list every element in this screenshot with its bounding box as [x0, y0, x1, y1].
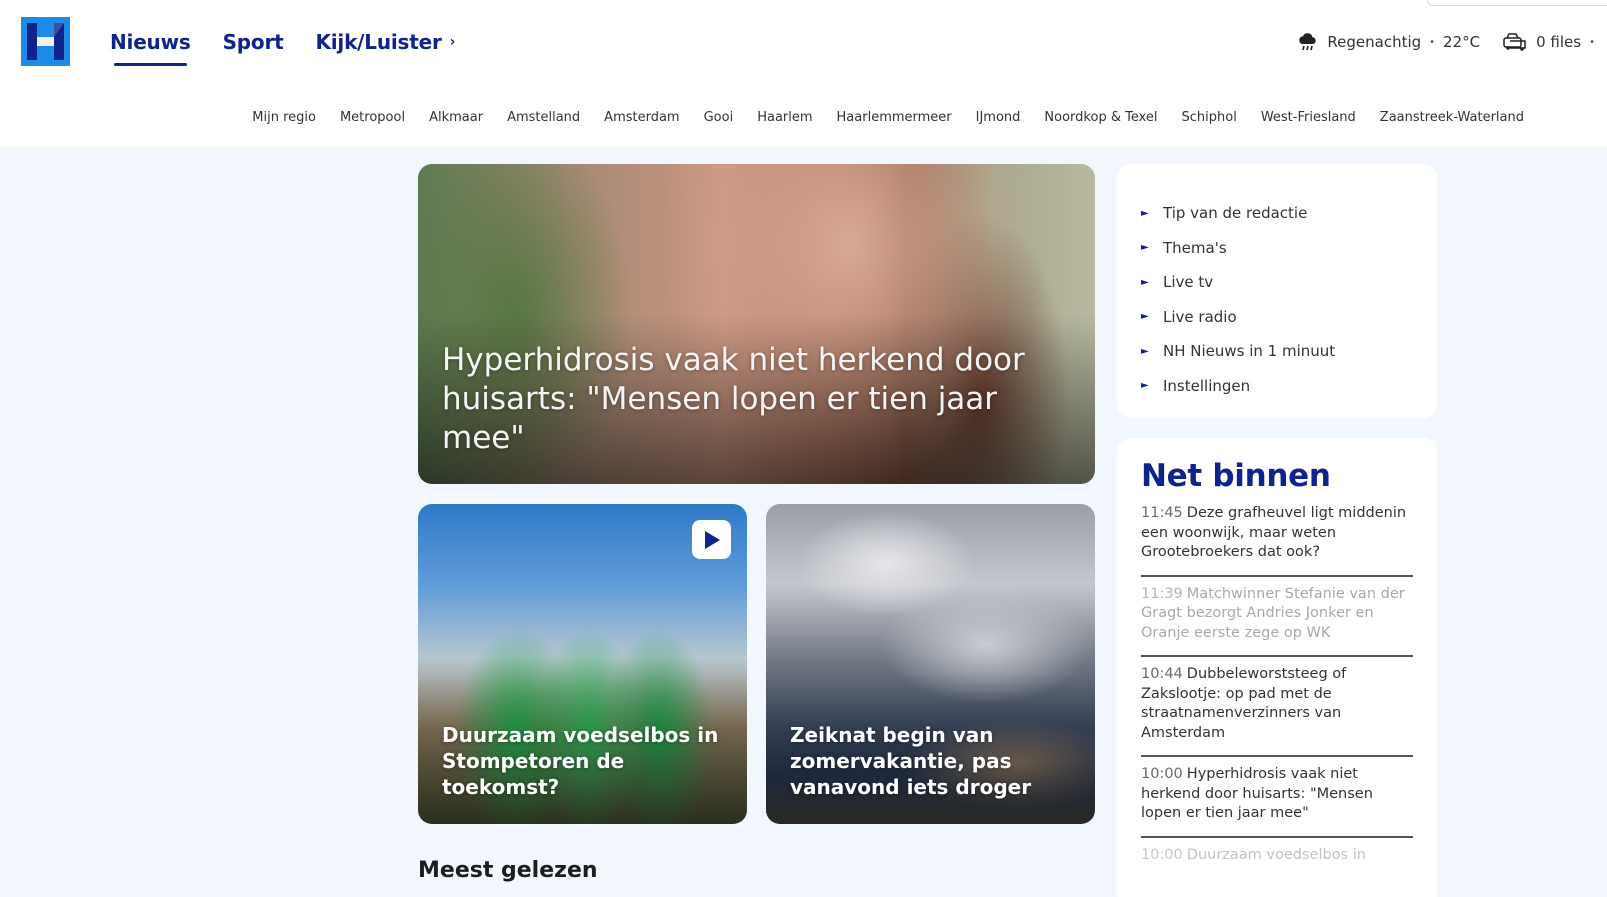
nav-kijk-luister[interactable]: Kijk/Luister ›: [315, 30, 455, 54]
region-link[interactable]: IJmond: [976, 110, 1021, 125]
quick-menu-panel: ► Tip van de redactie ► Thema's ► Live tv ►…: [1117, 164, 1437, 418]
weather-label: Regenachtig: [1327, 33, 1422, 51]
nh-logo[interactable]: [21, 17, 70, 66]
list-item[interactable]: 10:00 Hyperhidrosis vaak niet herkend doo…: [1141, 757, 1413, 838]
news-time: 11:45: [1141, 505, 1183, 521]
menu-item-label: Tip van de redactie: [1163, 204, 1308, 223]
nav-sport[interactable]: Sport: [223, 30, 284, 54]
weather-separator: •: [1429, 36, 1436, 48]
news-time: 10:00: [1141, 846, 1183, 863]
play-icon: [704, 530, 720, 549]
nav-kijk-luister-label: Kijk/Luister: [315, 30, 442, 54]
hero-article[interactable]: Hyperhidrosis vaak niet herkend door hui…: [418, 164, 1095, 484]
most-read-heading: Meest gelezen: [418, 858, 598, 883]
news-time: 11:39: [1141, 585, 1183, 602]
traffic-widget[interactable]: 0 files •: [1502, 32, 1603, 52]
article-card-title: Zeiknat begin van zomervakantie, pas van…: [790, 723, 1032, 799]
menu-item-tip[interactable]: ► Tip van de redactie: [1141, 196, 1413, 231]
main-nav: Nieuws Sport Kijk/Luister ›: [110, 30, 487, 66]
site-header: Nieuws Sport Kijk/Luister › Regenachtig •…: [0, 0, 1607, 147]
weather-temp: 22°C: [1443, 33, 1481, 51]
region-link[interactable]: Haarlem: [757, 110, 812, 125]
triangle-right-icon: ►: [1141, 242, 1149, 254]
top-dropdown-edge: [1427, 0, 1607, 6]
region-link[interactable]: Noordkop & Texel: [1044, 110, 1157, 125]
traffic-label: 0 files: [1536, 33, 1582, 51]
list-item[interactable]: 11:45 Deze grafheuvel ligt middenin een w…: [1141, 504, 1413, 577]
menu-item-live-radio[interactable]: ► Live radio: [1141, 300, 1413, 335]
region-link[interactable]: Haarlemmermeer: [837, 110, 952, 125]
rain-cloud-icon: [1299, 33, 1317, 51]
weather-widget[interactable]: Regenachtig • 22°C: [1297, 32, 1480, 52]
region-link[interactable]: Amstelland: [507, 110, 580, 125]
triangle-right-icon: ►: [1141, 380, 1149, 392]
menu-item-label: Instellingen: [1163, 376, 1251, 395]
menu-item-live-tv[interactable]: ► Live tv: [1141, 265, 1413, 300]
menu-item-instellingen[interactable]: ► Instellingen: [1141, 369, 1413, 404]
list-fade-overlay: [1117, 868, 1437, 897]
region-link[interactable]: Metropool: [340, 110, 405, 125]
hero-title: Hyperhidrosis vaak niet herkend door hui…: [442, 342, 1025, 456]
article-card-voedselbos[interactable]: Duurzaam voedselbos in Stompetoren de to…: [418, 504, 747, 824]
nav-sport-label: Sport: [222, 30, 284, 54]
news-time: 10:44: [1141, 666, 1183, 682]
chevron-right-icon: ›: [449, 34, 456, 50]
menu-item-nh-nieuws-minuut[interactable]: ► NH Nieuws in 1 minuut: [1141, 334, 1413, 369]
video-play-badge: [692, 520, 731, 559]
header-status: Regenachtig • 22°C 0 files •: [1297, 32, 1607, 52]
triangle-right-icon: ►: [1141, 207, 1149, 219]
menu-item-themas[interactable]: ► Thema's: [1141, 231, 1413, 266]
list-item[interactable]: 10:44 Dubbeleworststeeg of Zakslootje: op…: [1141, 657, 1413, 757]
triangle-right-icon: ►: [1141, 276, 1149, 288]
article-card-zeiknat[interactable]: Zeiknat begin van zomervakantie, pas van…: [766, 504, 1095, 824]
article-card-title: Duurzaam voedselbos in Stompetoren de to…: [442, 723, 719, 799]
nav-nieuws[interactable]: Nieuws: [110, 30, 191, 66]
region-link[interactable]: West-Friesland: [1261, 110, 1356, 125]
region-nav: Mijn regio Metropool Alkmaar Amstelland …: [228, 110, 1524, 125]
triangle-right-icon: ►: [1141, 345, 1149, 357]
traffic-separator: •: [1589, 36, 1595, 48]
net-binnen-panel: Net binnen 11:45 Deze grafheuvel ligt mid…: [1117, 438, 1437, 897]
nav-nieuws-label: Nieuws: [110, 30, 191, 54]
menu-item-label: Live radio: [1163, 307, 1237, 326]
region-link[interactable]: Zaanstreek-Waterland: [1380, 110, 1524, 125]
region-link[interactable]: Gooi: [704, 110, 734, 125]
menu-item-label: Thema's: [1163, 238, 1227, 257]
region-link[interactable]: Amsterdam: [604, 110, 679, 125]
list-item[interactable]: 11:39 Matchwinner Stefanie van der Gragt …: [1141, 577, 1413, 657]
region-link[interactable]: Mijn regio: [252, 110, 316, 125]
menu-item-label: NH Nieuws in 1 minuut: [1163, 342, 1336, 361]
net-binnen-heading: Net binnen: [1141, 458, 1331, 494]
region-link[interactable]: Alkmaar: [429, 110, 483, 125]
region-link[interactable]: Schiphol: [1182, 110, 1237, 125]
car-icon: [1503, 33, 1526, 51]
menu-item-label: Live tv: [1163, 273, 1214, 292]
news-text: Duurzaam voedselbos in: [1186, 846, 1366, 863]
triangle-right-icon: ►: [1141, 311, 1149, 323]
news-time: 10:00: [1141, 766, 1183, 782]
